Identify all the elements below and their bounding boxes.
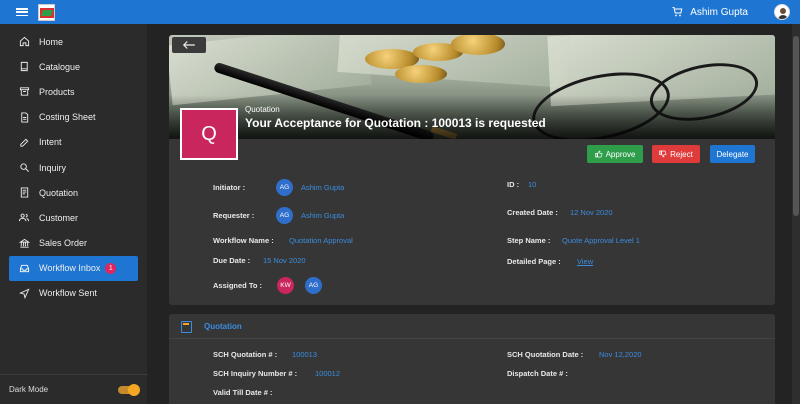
sidebar-item-label: Workflow Sent [39, 288, 97, 299]
assigned-to-label: Assigned To : [213, 281, 263, 290]
sidebar-item-label: Costing Sheet [39, 112, 96, 123]
edit-icon [18, 136, 30, 148]
sidebar-item-workflow-sent[interactable]: Workflow Sent [0, 281, 147, 306]
view-link[interactable]: View [577, 257, 593, 266]
sch-inquiry-value: 100012 [315, 369, 341, 378]
cart-icon[interactable] [671, 6, 684, 18]
back-button[interactable] [172, 37, 206, 53]
document-icon [181, 321, 192, 333]
reject-button[interactable]: Reject [652, 145, 700, 163]
company-logo[interactable] [38, 3, 55, 21]
people-icon [18, 212, 30, 224]
requester-value[interactable]: Ashim Gupta [301, 211, 344, 220]
initiator-value[interactable]: Ashim Gupta [301, 183, 344, 192]
hero-subtitle: Quotation [245, 105, 280, 114]
initiator-avatar: AG [276, 179, 293, 196]
thumbs-up-icon [594, 150, 602, 158]
sidebar-item-workflow-inbox[interactable]: Workflow Inbox 1 [9, 255, 138, 281]
requester-label: Requester : [213, 211, 255, 220]
reject-label: Reject [670, 149, 693, 159]
assignee-avatar[interactable]: AG [305, 277, 322, 294]
sidebar: Home Catalogue Products Costing Sheet In… [0, 24, 148, 404]
due-date-label: Due Date : [213, 256, 251, 265]
topbar-user-area: Ashim Gupta [671, 4, 790, 20]
created-date-value: 12 Nov 2020 [570, 208, 613, 217]
home-icon [18, 36, 30, 48]
created-date-label: Created Date : [507, 208, 558, 217]
book-icon [18, 61, 30, 73]
approve-label: Approve [605, 149, 636, 159]
sidebar-item-inquiry[interactable]: Inquiry [0, 155, 147, 180]
send-icon [18, 287, 30, 299]
sidebar-item-label: Sales Order [39, 238, 88, 249]
valid-till-label: Valid Till Date # : [213, 388, 273, 397]
page-title: Your Acceptance for Quotation : 100013 i… [245, 116, 546, 130]
inbox-icon [18, 262, 30, 274]
avatar[interactable] [774, 4, 790, 20]
step-name-label: Step Name : [507, 236, 551, 245]
sidebar-item-label: Quotation [39, 187, 79, 198]
step-name-value: Quote Approval Level 1 [562, 236, 640, 245]
assignee-avatar[interactable]: KW [277, 277, 294, 294]
top-app-bar: Ashim Gupta [0, 0, 800, 24]
thumbs-down-icon [659, 150, 667, 158]
sch-quotation-date-value: Nov 12,2020 [599, 350, 642, 359]
sidebar-item-label: Products [39, 86, 75, 97]
quotation-avatar: Q [180, 108, 238, 160]
workflow-card: Quotation Your Acceptance for Quotation … [169, 35, 775, 305]
user-name[interactable]: Ashim Gupta [690, 7, 748, 18]
sidebar-item-label: Home [39, 36, 64, 47]
sch-quotation-date-label: SCH Quotation Date : [507, 350, 584, 359]
sidebar-item-home[interactable]: Home [0, 29, 147, 54]
arrow-left-icon [182, 41, 195, 49]
box-icon [18, 86, 30, 98]
sidebar-item-quotation[interactable]: Quotation [0, 180, 147, 205]
approve-button[interactable]: Approve [587, 145, 643, 163]
menu-icon[interactable] [16, 8, 28, 16]
quotation-icon [18, 187, 30, 199]
requester-avatar: AG [276, 207, 293, 224]
delegate-button[interactable]: Delegate [710, 145, 755, 163]
sidebar-item-intent[interactable]: Intent [0, 130, 147, 155]
sidebar-item-costing-sheet[interactable]: Costing Sheet [0, 105, 147, 130]
dark-mode-toggle[interactable] [118, 383, 140, 396]
delegate-label: Delegate [716, 149, 749, 159]
detailed-page-label: Detailed Page : [507, 257, 561, 266]
dark-mode-label: Dark Mode [9, 385, 49, 394]
workflow-name-label: Workflow Name : [213, 236, 274, 245]
sch-quotation-value: 100013 [292, 350, 318, 359]
sidebar-item-sales-order[interactable]: Sales Order [0, 231, 147, 256]
sch-inquiry-label: SCH Inquiry Number # : [213, 369, 298, 378]
sidebar-item-products[interactable]: Products [0, 79, 147, 104]
id-label: ID : [507, 180, 520, 189]
bank-icon [18, 237, 30, 249]
hero-banner-image: Quotation Your Acceptance for Quotation … [169, 35, 775, 139]
sidebar-item-label: Catalogue [39, 61, 81, 72]
workflow-name-value: Quotation Approval [289, 236, 353, 245]
sidebar-item-customer[interactable]: Customer [0, 205, 147, 230]
dark-mode-row: Dark Mode [0, 374, 148, 404]
due-date-value: 15 Nov 2020 [263, 256, 306, 265]
search-icon [18, 162, 30, 174]
dispatch-date-label: Dispatch Date # : [507, 369, 568, 378]
sch-quotation-label: SCH Quotation # : [213, 350, 278, 359]
id-value: 10 [528, 180, 537, 189]
scrollbar[interactable] [792, 24, 800, 404]
document-icon [18, 111, 30, 123]
sidebar-item-label: Customer [39, 212, 79, 223]
initiator-label: Initiator : [213, 183, 246, 192]
sidebar-item-label: Intent [39, 137, 62, 148]
notification-badge: 1 [105, 262, 117, 274]
quotation-section-card: Quotation SCH Quotation # : 100013 SCH Q… [169, 314, 775, 404]
sidebar-item-label: Inquiry [39, 162, 67, 173]
sidebar-item-label: Workflow Inbox [39, 263, 101, 274]
sidebar-item-catalogue[interactable]: Catalogue [0, 54, 147, 79]
section-title: Quotation [204, 322, 242, 331]
main-content: Quotation Your Acceptance for Quotation … [148, 24, 800, 404]
